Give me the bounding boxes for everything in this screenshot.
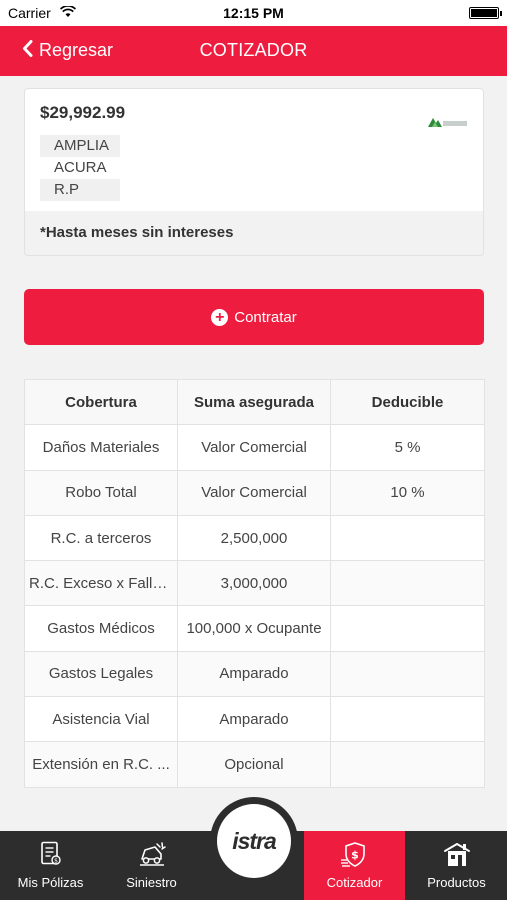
cobertura-cell: R.C. Exceso x Falle... (24, 560, 178, 607)
tab-cotizador[interactable]: $ Cotizador (304, 831, 405, 900)
deducible-cell (330, 605, 485, 652)
svg-text:$: $ (351, 849, 359, 862)
suma-cell: 3,000,000 (177, 560, 331, 607)
battery-icon (469, 7, 502, 19)
deducible-cell (330, 696, 485, 743)
cobertura-cell: Gastos Médicos (24, 605, 178, 652)
deducible-cell (330, 560, 485, 607)
header-deducible: Deducible (330, 378, 485, 426)
header-suma-asegurada: Suma asegurada (177, 378, 331, 426)
deducible-cell (330, 514, 485, 562)
tab-siniestro[interactable]: Siniestro (101, 831, 202, 900)
header-cobertura: Cobertura (24, 378, 178, 426)
tab-mis-polizas-label: Mis Pólizas (17, 875, 84, 890)
table-row: Gastos Legales Amparado (24, 650, 485, 698)
table-row: Extensión en R.C. ... Opcional (24, 741, 485, 788)
money-shield-icon: $ (304, 841, 405, 869)
msi-note: *Hasta meses sin intereses (25, 211, 483, 255)
cobertura-cell: Gastos Legales (24, 650, 178, 698)
contratar-label: Contratar (234, 308, 297, 326)
deducible-cell (330, 650, 485, 698)
navigation-bar: Regresar COTIZADOR (0, 26, 507, 76)
policy-document-icon: $ (0, 841, 101, 869)
table-row: Asistencia Vial Amparado (24, 696, 485, 743)
deducible-cell (330, 741, 485, 788)
quote-price: $29,992.99 (40, 103, 126, 122)
cobertura-cell: Daños Materiales (24, 424, 178, 471)
table-row: Daños Materiales Valor Comercial 5 % (24, 424, 485, 471)
tab-productos[interactable]: Productos (406, 831, 507, 900)
svg-text:$: $ (54, 857, 58, 864)
quote-card: $29,992.99 AMPLIA ACURA R.P *Hasta meses… (24, 88, 484, 256)
suma-cell: Amparado (177, 696, 331, 743)
table-header-row: Cobertura Suma asegurada Deducible (24, 378, 485, 426)
clock: 12:15 PM (223, 5, 284, 21)
quote-tags: AMPLIA ACURA R.P (40, 135, 120, 201)
tab-siniestro-label: Siniestro (126, 875, 177, 890)
home-brand-button[interactable]: istra (210, 797, 298, 885)
table-row: Gastos Médicos 100,000 x Ocupante (24, 605, 485, 652)
cobertura-cell: Robo Total (24, 469, 178, 516)
page-title: COTIZADOR (199, 40, 308, 60)
table-row: R.C. Exceso x Falle... 3,000,000 (24, 560, 485, 607)
tab-cotizador-label: Cotizador (326, 875, 383, 890)
tab-productos-label: Productos (427, 875, 486, 890)
brand-logo: istra (217, 804, 291, 878)
insurer-logo (427, 115, 469, 129)
status-bar: Carrier 12:15 PM (0, 0, 507, 26)
house-products-icon (406, 841, 507, 869)
suma-cell: Amparado (177, 650, 331, 698)
coverage-table: Cobertura Suma asegurada Deducible Daños… (24, 378, 485, 788)
plus-circle-icon: + (211, 308, 229, 326)
cobertura-cell: Asistencia Vial (24, 696, 178, 743)
deducible-cell: 5 % (330, 424, 485, 471)
suma-cell: Valor Comercial (177, 469, 331, 516)
vehicle-brand-tag: ACURA (54, 159, 107, 176)
table-row: Robo Total Valor Comercial 10 % (24, 469, 485, 516)
contratar-button[interactable]: + Contratar (24, 289, 484, 345)
car-crash-icon (101, 841, 202, 869)
suma-cell: Opcional (177, 741, 331, 788)
suma-cell: Valor Comercial (177, 424, 331, 471)
cobertura-cell: R.C. a terceros (24, 514, 178, 562)
use-type-tag: R.P (40, 179, 120, 201)
deducible-cell: 10 % (330, 469, 485, 516)
suma-cell: 100,000 x Ocupante (177, 605, 331, 652)
coverage-type-tag: AMPLIA (40, 135, 120, 157)
table-row: R.C. a terceros 2,500,000 (24, 514, 485, 562)
tab-mis-polizas[interactable]: $ Mis Pólizas (0, 831, 101, 900)
cobertura-cell: Extensión en R.C. ... (24, 741, 178, 788)
suma-cell: 2,500,000 (177, 514, 331, 562)
brand-logo-text: istra (232, 827, 277, 854)
